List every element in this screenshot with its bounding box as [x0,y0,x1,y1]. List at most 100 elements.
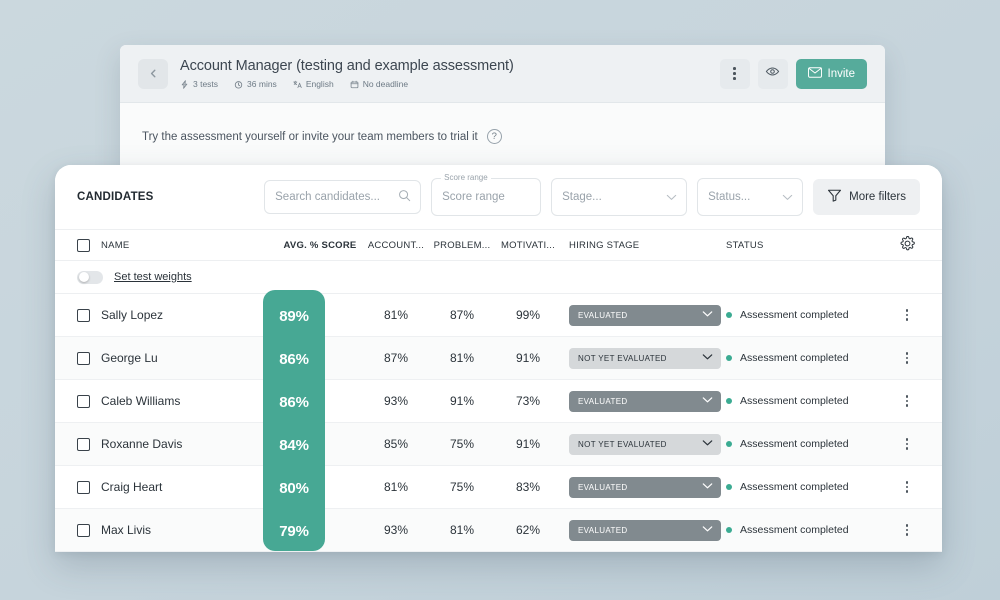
hiring-stage-select[interactable]: EVALUATED [569,476,721,498]
row-checkbox[interactable] [77,437,101,451]
candidate-name[interactable]: Caleb Williams [101,394,277,408]
screen-background: Account Manager (testing and example ass… [0,0,1000,600]
row-more-button[interactable] [894,437,920,451]
table-row[interactable]: George Lu86%87%81%91%NOT YET EVALUATEDAs… [55,337,942,380]
chevron-down-icon [702,483,713,492]
chevron-down-icon [702,311,713,320]
candidate-name[interactable]: George Lu [101,351,277,365]
assessment-more-button[interactable] [719,58,750,89]
language-icon [293,80,302,89]
column-header-hiring-stage[interactable]: HIRING STAGE [561,240,726,251]
assessment-preview-button[interactable] [757,58,788,89]
candidates-table-body: Sally Lopez89%81%87%99%EVALUATEDAssessme… [55,294,942,552]
motivation-score-cell: 91% [515,351,541,365]
column-header-status[interactable]: STATUS [726,240,894,251]
candidate-name[interactable]: Max Livis [101,523,277,537]
table-row[interactable]: Max Livis79%93%81%62%EVALUATEDAssessment… [55,509,942,552]
assessment-meta-list: 3 tests 36 mins English No deadline [180,79,706,89]
account-score-cell: 85% [383,437,409,451]
status-dot-icon [726,484,732,490]
more-vertical-icon [894,480,920,494]
motivation-score-cell: 83% [515,480,541,494]
status-filter[interactable]: Status... [697,178,804,216]
problem-score-cell: 75% [449,480,475,494]
table-row[interactable]: Caleb Williams86%93%91%73%EVALUATEDAsses… [55,380,942,423]
meta-language: English [293,79,334,89]
eye-icon [765,64,780,84]
set-test-weights-row[interactable]: Set test weights [55,261,942,294]
hiring-stage-cell: EVALUATED [561,304,726,326]
envelope-icon [807,66,822,81]
meta-tests: 3 tests [180,79,218,89]
more-vertical-icon [894,437,920,451]
search-placeholder: Search candidates... [275,191,380,203]
problem-score-cell: 91% [449,394,475,408]
more-filters-button[interactable]: More filters [813,179,920,215]
problem-score-cell: 87% [449,308,475,322]
meta-deadline: No deadline [350,79,408,89]
column-header-account[interactable]: ACCOUNT... [363,240,429,251]
meta-duration-label: 36 mins [247,79,277,89]
column-header-problem[interactable]: PROBLEM... [429,240,495,251]
trial-banner: Try the assessment yourself or invite yo… [142,129,863,144]
status-dot-icon [726,441,732,447]
candidate-name[interactable]: Roxanne Davis [101,437,277,451]
status-cell: Assessment completed [726,481,894,493]
status-cell: Assessment completed [726,524,894,536]
row-checkbox[interactable] [77,308,101,322]
motivation-score-cell: 91% [515,437,541,451]
table-row[interactable]: Roxanne Davis84%85%75%91%NOT YET EVALUAT… [55,423,942,466]
hiring-stage-select[interactable]: EVALUATED [569,519,721,541]
row-checkbox[interactable] [77,394,101,408]
candidates-panel: CANDIDATES Search candidates... Score ra… [55,165,942,552]
account-score-cell: 93% [383,394,409,408]
row-checkbox[interactable] [77,480,101,494]
row-more-button[interactable] [894,308,920,322]
invite-button-label: Invite [827,67,856,80]
question-mark-icon[interactable]: ? [486,129,502,144]
status-label: Assessment completed [740,438,849,450]
hiring-stage-select[interactable]: NOT YET EVALUATED [569,347,721,369]
row-more-button[interactable] [894,480,920,494]
hiring-stage-cell: EVALUATED [561,390,726,412]
invite-button[interactable]: Invite [795,58,867,89]
row-more-button[interactable] [894,394,920,408]
assessment-header: Account Manager (testing and example ass… [120,45,885,103]
column-header-avg-score[interactable]: AVG. % SCORE [277,240,363,251]
hiring-stage-value: EVALUATED [578,525,628,535]
column-header-motivation[interactable]: MOTIVATI... [495,240,561,251]
chevron-down-icon [702,397,713,406]
problem-score-cell: 75% [449,437,475,451]
more-filters-label: More filters [849,191,906,203]
candidates-filters: Search candidates... Score range Score r… [264,173,920,216]
test-weights-toggle[interactable] [77,270,103,284]
table-settings-button[interactable] [894,236,920,254]
hiring-stage-select[interactable]: EVALUATED [569,390,721,412]
chevron-down-icon [666,188,677,206]
select-all-checkbox[interactable] [77,238,101,252]
column-header-name[interactable]: NAME [101,240,277,251]
row-checkbox[interactable] [77,351,101,365]
stage-filter[interactable]: Stage... [551,178,688,216]
table-row[interactable]: Craig Heart80%81%75%83%EVALUATEDAssessme… [55,466,942,509]
filter-icon [827,188,842,206]
row-more-button[interactable] [894,351,920,365]
status-label: Assessment completed [740,481,849,493]
checkbox-box [77,308,90,322]
table-row[interactable]: Sally Lopez89%81%87%99%EVALUATEDAssessme… [55,294,942,337]
hiring-stage-select[interactable]: EVALUATED [569,304,721,326]
hiring-stage-select[interactable]: NOT YET EVALUATED [569,433,721,455]
score-range-filter[interactable]: Score range Score range [431,173,542,216]
candidate-name[interactable]: Craig Heart [101,480,277,494]
row-more-button[interactable] [894,523,920,537]
search-candidates-input[interactable]: Search candidates... [264,180,422,214]
status-dot-icon [726,312,732,318]
account-score-cell: 87% [383,351,409,365]
row-checkbox[interactable] [77,523,101,537]
chevron-down-icon [702,354,713,363]
candidate-name[interactable]: Sally Lopez [101,308,277,322]
account-score-cell: 81% [383,480,409,494]
score-range-legend: Score range [441,173,491,182]
checkbox-box [77,523,90,537]
back-button[interactable] [138,58,168,89]
